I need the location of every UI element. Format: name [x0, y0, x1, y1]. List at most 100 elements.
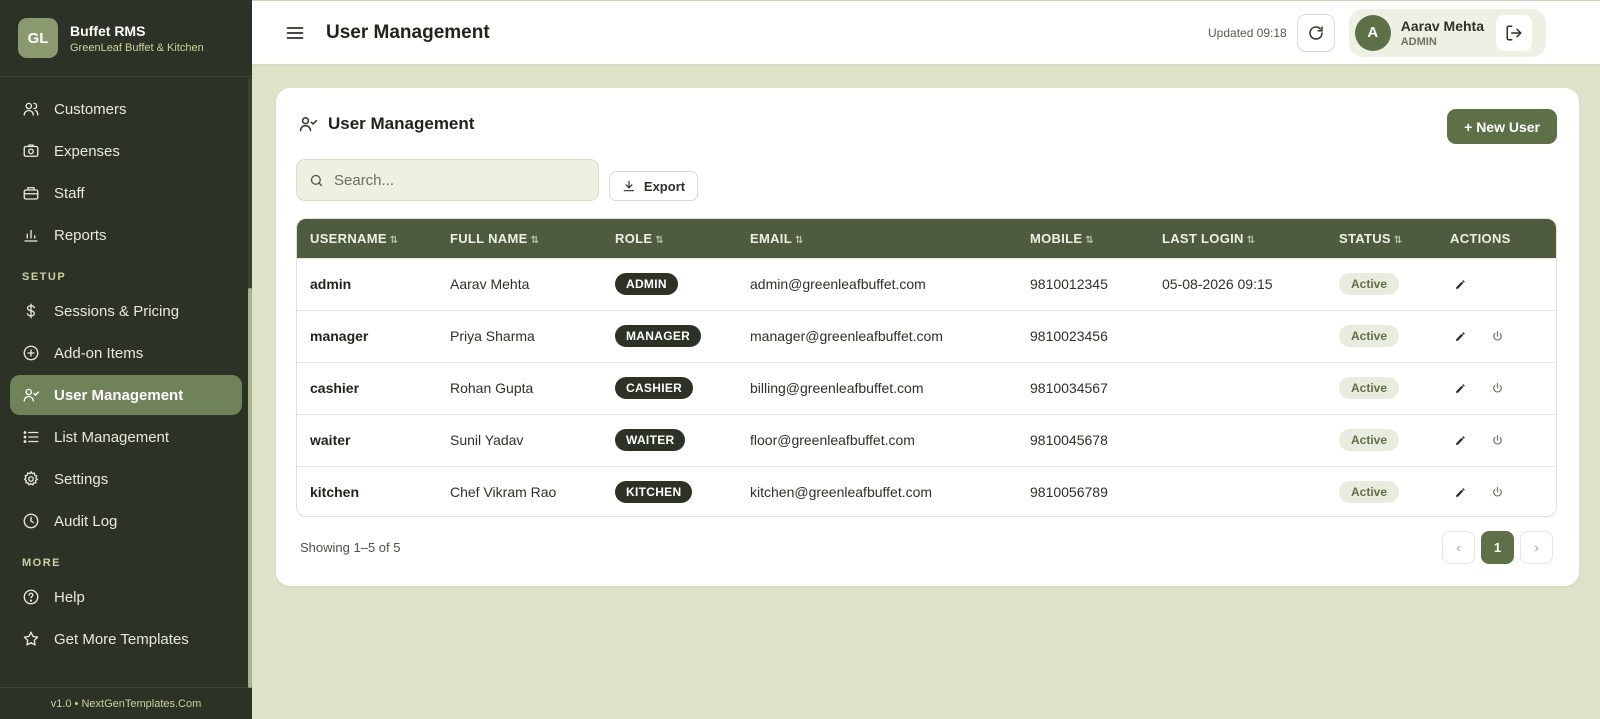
power-icon: [1493, 434, 1503, 444]
scrollbar-thumb[interactable]: [248, 288, 252, 688]
sort-icon: ⇅: [530, 234, 540, 246]
menu-toggle-button[interactable]: [284, 22, 306, 44]
status-badge: Active: [1339, 325, 1400, 347]
help-circle-icon: [23, 589, 39, 605]
user-check-icon: [299, 117, 318, 132]
status-badge: Active: [1339, 429, 1400, 451]
pencil-icon: [1455, 383, 1465, 393]
column-header-status[interactable]: STATUS ⇅: [1326, 219, 1437, 258]
user-name: Aarav Mehta: [1400, 17, 1484, 34]
refresh-button[interactable]: [1296, 13, 1335, 52]
list-icon: [23, 431, 39, 443]
sort-icon: ⇅: [1393, 234, 1403, 246]
sidebar-item-sessions-pricing[interactable]: Sessions & Pricing: [10, 291, 242, 331]
column-header-role[interactable]: ROLE ⇅: [602, 219, 737, 258]
status-badge: Active: [1339, 481, 1400, 504]
cell-last-login: [1149, 414, 1326, 466]
toggle-status-button[interactable]: [1488, 430, 1508, 450]
cell-full-name: Aarav Mehta: [450, 276, 530, 292]
nav-section-more: MORE: [22, 557, 61, 569]
sidebar-item-label: User Management: [54, 386, 184, 404]
pagination: ‹ 1 ›: [1436, 531, 1553, 564]
briefcase-icon: [23, 187, 39, 200]
sidebar-item-settings[interactable]: Settings: [10, 459, 242, 499]
brand-logo: GL: [18, 18, 58, 58]
toggle-status-button[interactable]: [1488, 482, 1508, 502]
cell-email: kitchen@greenleafbuffet.com: [750, 484, 933, 501]
cell-username: waiter: [310, 432, 351, 448]
sidebar-item-get-more-templates[interactable]: Get More Templates: [10, 619, 242, 659]
column-header-full-name[interactable]: FULL NAME ⇅: [437, 219, 602, 258]
column-header-username[interactable]: USERNAME ⇅: [297, 219, 437, 258]
cell-full-name: Sunil Yadav: [450, 432, 524, 448]
sidebar-scrollbar[interactable]: [248, 78, 252, 688]
cell-full-name: Rohan Gupta: [450, 380, 534, 396]
pencil-icon: [1455, 279, 1465, 289]
cell-username: admin: [310, 276, 352, 292]
edit-button[interactable]: [1450, 430, 1470, 450]
sidebar-item-audit-log[interactable]: Audit Log: [10, 501, 242, 541]
sidebar-item-label: Audit Log: [54, 512, 118, 530]
column-header-email[interactable]: EMAIL ⇅: [737, 219, 1017, 258]
sort-icon: ⇅: [389, 234, 399, 246]
export-button[interactable]: Export: [609, 171, 698, 201]
status-badge: Active: [1339, 377, 1400, 399]
cell-username: manager: [310, 328, 369, 344]
toggle-status-button[interactable]: [1488, 326, 1508, 346]
search-icon: [310, 174, 323, 186]
edit-button[interactable]: [1450, 482, 1470, 502]
cell-last-login: [1149, 362, 1326, 414]
user-chip[interactable]: A Aarav Mehta ADMIN: [1348, 8, 1546, 57]
clock-icon: [23, 513, 39, 529]
power-icon: [1493, 486, 1503, 497]
card-title: User Management: [328, 114, 475, 133]
updated-timestamp: Updated 09:18: [1208, 25, 1287, 40]
topbar: User Management Updated 09:18 A Aarav Me…: [252, 0, 1600, 64]
cell-mobile: 9810045678: [1030, 432, 1108, 448]
column-header-last-login[interactable]: LAST LOGIN ⇅: [1149, 219, 1326, 258]
role-badge: MANAGER: [615, 325, 702, 347]
sidebar-item-customers[interactable]: Customers: [10, 89, 242, 129]
sort-icon: ⇅: [794, 234, 804, 246]
users-icon: [23, 102, 39, 116]
pencil-icon: [1455, 487, 1465, 497]
next-page-button[interactable]: ›: [1520, 531, 1553, 564]
page-button-1[interactable]: 1: [1481, 531, 1514, 564]
prev-page-button[interactable]: ‹: [1442, 531, 1475, 564]
edit-button[interactable]: [1450, 378, 1470, 398]
cell-mobile: 9810034567: [1030, 380, 1108, 396]
sidebar-item-reports[interactable]: Reports: [10, 215, 242, 255]
cell-last-login: [1149, 466, 1326, 516]
cell-full-name: Chef Vikram Rao: [450, 484, 557, 501]
sidebar-item-expenses[interactable]: Expenses: [10, 131, 242, 171]
sidebar-item-user-management[interactable]: User Management: [10, 375, 242, 415]
sidebar-item-staff[interactable]: Staff: [10, 173, 242, 213]
sidebar-item-label: Reports: [54, 226, 107, 244]
edit-button[interactable]: [1450, 326, 1470, 346]
new-user-button[interactable]: + New User: [1447, 109, 1557, 144]
sidebar-item-addon-items[interactable]: Add-on Items: [10, 333, 242, 373]
logout-button[interactable]: [1496, 14, 1532, 51]
toggle-status-button[interactable]: [1488, 378, 1508, 398]
brand: GL Buffet RMS GreenLeaf Buffet & Kitchen: [0, 0, 252, 77]
export-label: Export: [643, 178, 686, 194]
pagination-summary: Showing 1–5 of 5: [300, 540, 401, 555]
sidebar-footer: v1.0 • NextGenTemplates.Com: [0, 687, 252, 719]
role-badge: WAITER: [615, 429, 686, 451]
cell-mobile: 9810023456: [1030, 328, 1108, 344]
table-header-row: USERNAME ⇅ FULL NAME ⇅ ROLE ⇅ EMAIL ⇅ MOBILE…: [297, 219, 1556, 258]
sidebar-item-label: Help: [54, 588, 85, 606]
sidebar-item-list-management[interactable]: List Management: [10, 417, 242, 457]
power-icon: [1493, 330, 1503, 340]
users-table: USERNAME ⇅ FULL NAME ⇅ ROLE ⇅ EMAIL ⇅ MOBILE…: [296, 218, 1557, 517]
sidebar-item-help[interactable]: Help: [10, 577, 242, 617]
edit-button[interactable]: [1450, 274, 1470, 294]
power-icon: [1493, 382, 1503, 392]
cell-last-login: 05-08-2026 09:15: [1162, 276, 1273, 292]
search-box[interactable]: [296, 159, 599, 201]
search-input[interactable]: [334, 171, 584, 189]
role-badge: ADMIN: [615, 273, 678, 295]
sidebar-item-label: Staff: [54, 184, 85, 202]
column-header-mobile[interactable]: MOBILE ⇅: [1017, 219, 1149, 258]
cell-email: manager@greenleafbuffet.com: [750, 328, 943, 344]
